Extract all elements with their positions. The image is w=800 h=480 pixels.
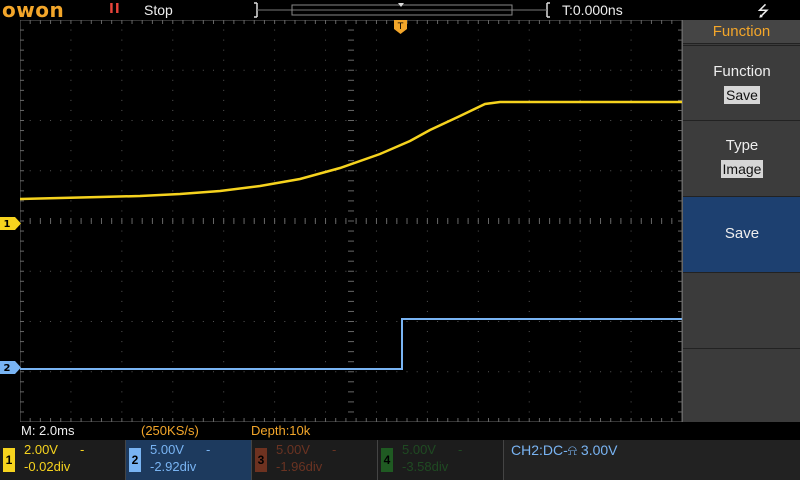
menu-item-type[interactable]: Type Image bbox=[683, 120, 800, 196]
memory-depth-readout: Depth:10k bbox=[251, 423, 311, 438]
sample-rate-readout: (250KS/s) bbox=[141, 423, 199, 438]
ch4-offset: -3.58div bbox=[402, 459, 449, 474]
ch2-settings[interactable]: 2 5.00V - -2.92div bbox=[126, 440, 252, 480]
run-state-label: Stop bbox=[144, 2, 173, 18]
ch3-badge: 3 bbox=[255, 448, 267, 472]
menu-item-value: Image bbox=[720, 160, 764, 178]
ch4-badge: 4 bbox=[381, 448, 393, 472]
menu-title: Function bbox=[683, 20, 800, 44]
ch3-volts-div: 5.00V bbox=[276, 442, 310, 457]
ch3-offset: -1.96div bbox=[276, 459, 323, 474]
ch3-coupling: - bbox=[332, 442, 337, 457]
ch4-settings[interactable]: 4 5.00V - -3.58div bbox=[378, 440, 504, 480]
function-menu: Function Function Save Type Image Save bbox=[682, 20, 800, 422]
ch2-offset: -2.92div bbox=[150, 459, 197, 474]
ch4-coupling: - bbox=[458, 442, 463, 457]
svg-text:T: T bbox=[397, 22, 404, 32]
ch1-offset: -0.02div bbox=[24, 459, 71, 474]
ch2-badge: 2 bbox=[129, 448, 141, 472]
ch1-volts-div: 2.00V bbox=[24, 442, 58, 457]
timebase-readout[interactable]: M: 2.0ms bbox=[21, 423, 74, 438]
svg-text:2: 2 bbox=[4, 363, 11, 374]
svg-text:owon: owon bbox=[2, 0, 64, 20]
ch1-offset-marker[interactable]: 1 bbox=[0, 217, 21, 230]
ch2-coupling: - bbox=[206, 442, 211, 457]
channel-strip: 1 2.00V - -0.02div 2 5.00V - -2.92div 3 … bbox=[0, 440, 800, 480]
save-button[interactable]: Save bbox=[683, 196, 800, 272]
memory-position-bar[interactable] bbox=[253, 0, 551, 20]
menu-item-empty[interactable] bbox=[683, 272, 800, 348]
menu-item-label: Type bbox=[725, 137, 759, 154]
owon-logo: owon bbox=[2, 0, 64, 20]
ch2-offset-marker[interactable]: 2 bbox=[0, 361, 21, 374]
waveform-display[interactable] bbox=[20, 20, 682, 422]
menu-item-label: Function bbox=[713, 63, 771, 80]
top-bar: owon II Stop T:0.000ns ⭍ bbox=[0, 0, 800, 20]
trigger-time-readout: T:0.000ns bbox=[562, 2, 623, 18]
pause-icon[interactable]: II bbox=[109, 2, 121, 17]
ch2-volts-div: 5.00V bbox=[150, 442, 184, 457]
ch1-coupling: - bbox=[80, 442, 85, 457]
trigger-settings-readout[interactable]: CH2:DC-⍾ 3.00V bbox=[511, 442, 618, 459]
svg-text:1: 1 bbox=[4, 219, 11, 230]
menu-item-function[interactable]: Function Save bbox=[683, 45, 800, 120]
trigger-position-marker[interactable]: T bbox=[394, 20, 407, 34]
ch1-badge: 1 bbox=[3, 448, 15, 472]
ch4-volts-div: 5.00V bbox=[402, 442, 436, 457]
ch3-settings[interactable]: 3 5.00V - -1.96div bbox=[252, 440, 378, 480]
ch1-settings[interactable]: 1 2.00V - -0.02div bbox=[0, 440, 126, 480]
menu-item-value: Save bbox=[724, 86, 760, 104]
acquisition-status: M: 2.0ms (250KS/s) Depth:10k bbox=[0, 422, 682, 440]
menu-item-empty[interactable] bbox=[683, 348, 800, 422]
